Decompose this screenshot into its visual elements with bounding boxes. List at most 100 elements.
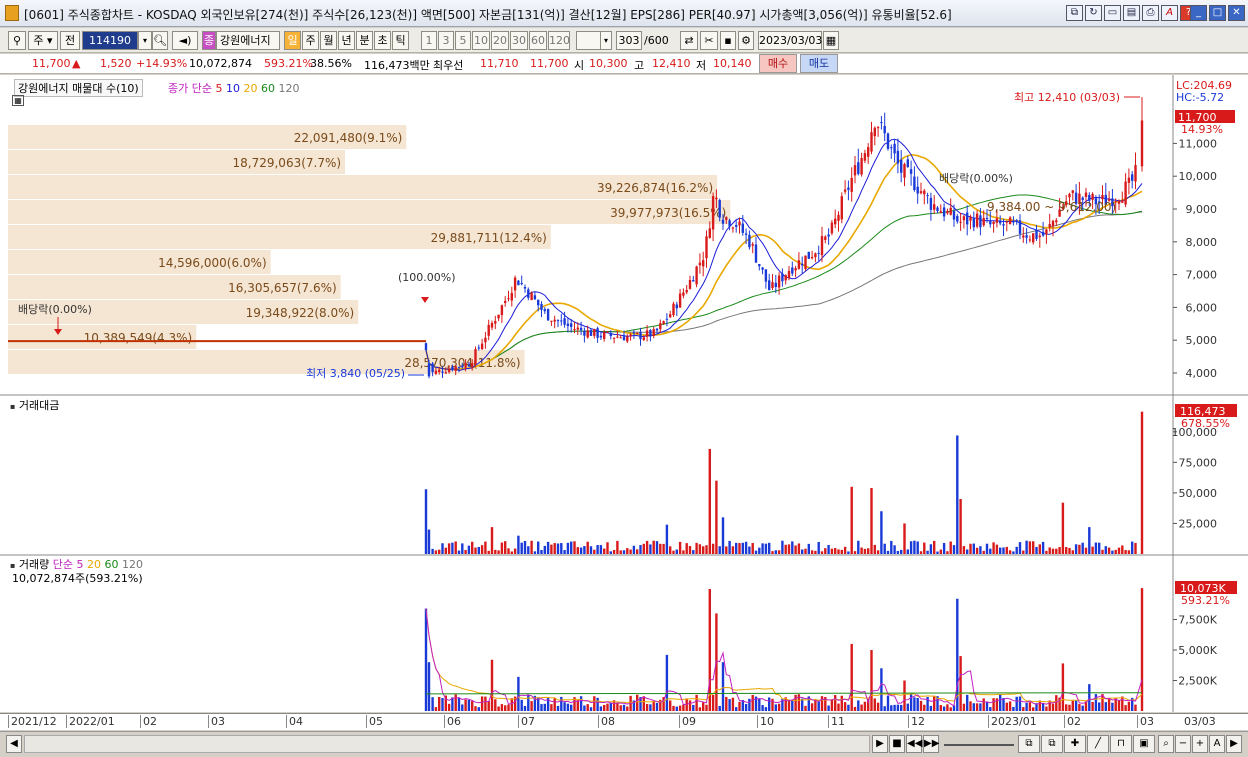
minimize-button[interactable]: _ <box>1190 5 1207 21</box>
x-axis: 2021/12 2022/01 02 03 04 05 06 07 08 09 10 11 12 2023… <box>0 713 1248 730</box>
amount-bar <box>576 547 579 554</box>
line-tool-icon[interactable]: ╱ <box>1087 735 1109 753</box>
prev-button[interactable]: 전 <box>60 31 80 50</box>
interval-button[interactable]: 10 <box>472 31 490 50</box>
font-size-icon[interactable]: A <box>1209 735 1225 753</box>
forward-icon[interactable]: ▶▶ <box>923 735 939 753</box>
speaker-icon[interactable]: ◄) <box>172 31 198 50</box>
dividend-annotation: 배당락(0.00%) <box>18 303 92 316</box>
amount-bar <box>652 540 655 554</box>
candle-body <box>543 309 546 312</box>
volume-pct-tag: 593.21% <box>1181 594 1230 607</box>
scroll-right-icon[interactable]: ▶ <box>1226 735 1242 753</box>
chart-tools-icon[interactable]: ⧉ <box>1018 735 1040 753</box>
period-tab[interactable]: 분 <box>356 31 373 50</box>
quote-price: 11,700 <box>32 57 71 70</box>
buy-button[interactable]: 매수 <box>759 54 797 73</box>
period-tab[interactable]: 주 <box>302 31 319 50</box>
volume-value-line: 10,072,874주(593.21%) <box>12 572 143 585</box>
amount-bar <box>692 550 695 554</box>
stock-code-input[interactable]: 114190 <box>82 31 138 50</box>
save-icon[interactable]: ▪ <box>720 31 736 50</box>
price-ma-periods: 5 10 20 60 120 <box>215 82 299 95</box>
amount-bar <box>500 542 504 554</box>
candle-body <box>824 236 827 240</box>
candle-body <box>523 286 527 289</box>
period-select[interactable]: 주 ▾ <box>28 31 58 50</box>
amount-bar <box>570 541 573 554</box>
volume-bar <box>853 706 857 711</box>
search-icon[interactable]: 🔍︎ <box>152 31 168 50</box>
interval-button[interactable]: 20 <box>491 31 509 50</box>
interval-button[interactable]: 3 <box>438 31 454 50</box>
zoom-search-icon[interactable]: ⌕ <box>1158 735 1174 753</box>
volume-bar <box>497 706 500 711</box>
print-icon[interactable]: ⎙ <box>1142 5 1159 21</box>
settings-icon[interactable]: ⚙ <box>738 31 754 50</box>
volume-bar <box>942 706 946 711</box>
volume-bar <box>787 699 791 711</box>
amount-bar <box>758 547 761 554</box>
volume-bar <box>655 702 659 711</box>
amount-bar <box>579 547 583 554</box>
interval-button[interactable]: 5 <box>455 31 471 50</box>
capture-icon[interactable]: ▣ <box>1133 735 1155 753</box>
count-input[interactable]: 303 <box>616 31 642 50</box>
grid-icon[interactable]: ▦ <box>12 95 24 106</box>
stop-icon[interactable]: ■ <box>889 735 905 753</box>
amount-bar <box>649 544 652 554</box>
scroll-track[interactable] <box>24 735 870 753</box>
interval-button[interactable]: 30 <box>510 31 528 50</box>
volume-bar <box>447 703 451 711</box>
interval-dropdown[interactable]: ▾ <box>600 31 612 50</box>
sell-button[interactable]: 매도 <box>800 54 838 73</box>
close-button[interactable]: ✕ <box>1228 5 1245 21</box>
scissors-icon[interactable]: ✂ <box>700 31 718 50</box>
amount-bar <box>975 547 979 554</box>
period-tab[interactable]: 월 <box>320 31 337 50</box>
interval-button[interactable]: 60 <box>529 31 547 50</box>
zoom-out-icon[interactable]: − <box>1175 735 1191 753</box>
refresh-icon[interactable]: ↻ <box>1085 5 1102 21</box>
candle-body <box>517 280 520 286</box>
volume-bar <box>731 697 735 711</box>
compare-icon[interactable]: ⧉ <box>1041 735 1063 753</box>
interval-button[interactable]: 1 <box>421 31 437 50</box>
candle-body <box>464 363 467 368</box>
stock-type-badge: 종 <box>202 31 216 50</box>
volume-bar <box>830 699 834 711</box>
amount-bar <box>636 549 639 554</box>
calendar-icon[interactable]: ▦ <box>823 31 839 50</box>
stock-dropdown-button[interactable]: ▾ <box>138 31 152 50</box>
candle-body <box>863 153 867 161</box>
link-icon[interactable]: ⧉ <box>1066 5 1083 21</box>
chart-canvas[interactable]: 28,570,304(11.8%)10,389,549(4.3%)19,348,… <box>0 75 1248 712</box>
crosshair-icon[interactable]: ✚ <box>1064 735 1086 753</box>
candle-body <box>817 252 820 254</box>
layout-icon[interactable]: ▤ <box>1123 5 1140 21</box>
pin-icon[interactable]: ⚲ <box>8 31 26 50</box>
rewind-icon[interactable]: ◀◀ <box>906 735 922 753</box>
maximize-button[interactable]: □ <box>1209 5 1226 21</box>
interval-button[interactable]: 120 <box>548 31 570 50</box>
candle-body <box>992 221 995 224</box>
zoom-slider[interactable] <box>944 744 1014 746</box>
period-tab[interactable]: 초 <box>374 31 391 50</box>
scroll-left-icon[interactable]: ◀ <box>6 735 22 753</box>
play-icon[interactable]: ▶ <box>872 735 888 753</box>
period-tab[interactable]: 년 <box>338 31 355 50</box>
chart-area[interactable]: 28,570,304(11.8%) 10,389,549(4.3%) 19,348,… <box>0 75 1248 712</box>
arrow-icon[interactable]: ⇄ <box>680 31 698 50</box>
period-tab[interactable]: 일 <box>284 31 301 50</box>
screen-icon[interactable]: ▭ <box>1104 5 1121 21</box>
period-tab[interactable]: 틱 <box>392 31 409 50</box>
candle-body <box>537 299 540 306</box>
date-input[interactable]: 2023/03/03 <box>758 31 822 50</box>
amount-bar <box>926 550 929 554</box>
ruler-icon[interactable]: ⊓ <box>1110 735 1132 753</box>
font-icon[interactable]: A <box>1161 5 1178 21</box>
amount-bar <box>540 549 543 554</box>
amount-bar <box>966 549 969 554</box>
zoom-in-icon[interactable]: + <box>1192 735 1208 753</box>
candle-body <box>933 204 936 210</box>
